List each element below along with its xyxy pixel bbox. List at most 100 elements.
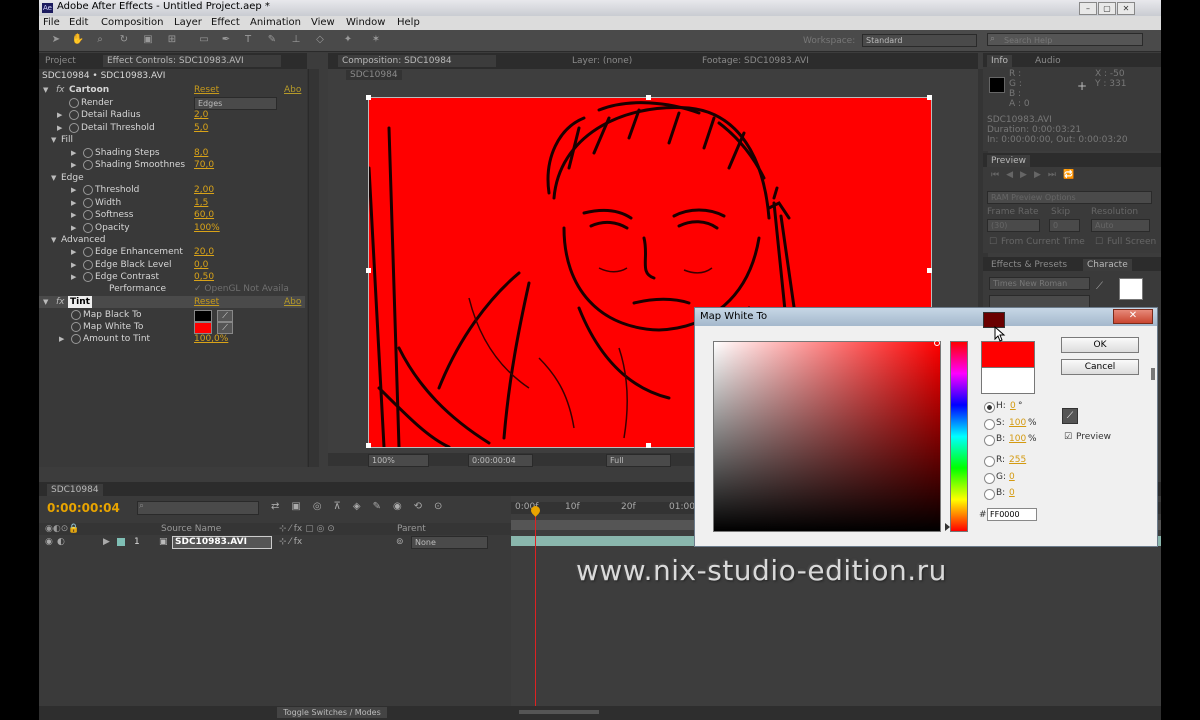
green-value[interactable]: 0 xyxy=(1009,472,1015,482)
expand-triangle-icon[interactable]: ▶ xyxy=(71,209,76,221)
menu-edit[interactable]: Edit xyxy=(69,17,88,28)
effect-property-row[interactable]: ▼ Fill xyxy=(39,134,305,146)
eraser-tool-icon[interactable]: ◇ xyxy=(313,34,327,46)
expand-triangle-icon[interactable]: ▶ xyxy=(71,197,76,209)
property-value[interactable]: 70,0 xyxy=(194,159,214,171)
resolution-dropdown[interactable]: Full xyxy=(606,454,671,467)
stopwatch-icon[interactable] xyxy=(71,310,81,320)
effect-property-row[interactable]: ▶ Detail Threshold 5,0 xyxy=(39,122,305,134)
property-value[interactable]: 2,00 xyxy=(194,184,214,196)
tab-character[interactable]: Characte xyxy=(1083,259,1132,271)
tab-effects-presets[interactable]: Effects & Presets xyxy=(987,259,1071,271)
dialog-resize-grip[interactable] xyxy=(1151,368,1155,380)
property-value[interactable]: 60,0 xyxy=(194,209,214,221)
saturation-value[interactable]: 100 xyxy=(1009,418,1026,428)
full-screen-checkbox[interactable]: ☐ xyxy=(1095,237,1103,247)
comp-timecode[interactable]: 0:00:00:04 xyxy=(468,454,533,467)
tab-info[interactable]: Info xyxy=(987,55,1013,67)
skip-dropdown[interactable]: 0 xyxy=(1049,219,1080,232)
saturation-brightness-field[interactable] xyxy=(713,341,941,532)
stopwatch-icon[interactable] xyxy=(83,147,93,158)
tab-composition[interactable]: Composition: SDC10984 xyxy=(338,55,496,67)
expand-triangle-icon[interactable]: ▶ xyxy=(103,537,110,547)
stopwatch-icon[interactable] xyxy=(83,210,93,221)
expand-triangle-icon[interactable]: ▶ xyxy=(71,259,76,271)
tab-audio[interactable]: Audio xyxy=(1031,55,1065,67)
stopwatch-icon[interactable] xyxy=(71,322,81,332)
property-value[interactable]: 1,5 xyxy=(194,197,208,209)
transform-handle[interactable] xyxy=(646,95,651,100)
blue-value[interactable]: 0 xyxy=(1009,488,1015,498)
transform-handle[interactable] xyxy=(366,268,371,273)
expand-triangle-icon[interactable]: ▶ xyxy=(71,222,76,234)
stopwatch-icon[interactable] xyxy=(83,197,93,208)
tint-about-link[interactable]: Abo xyxy=(284,296,301,308)
menu-effect[interactable]: Effect xyxy=(211,17,240,28)
effect-property-row[interactable]: ▶ Detail Radius 2,0 xyxy=(39,109,305,121)
dialog-close-button[interactable]: ✕ xyxy=(1113,309,1153,324)
original-color-swatch[interactable] xyxy=(981,367,1035,394)
eyedropper-icon[interactable]: ⟋ xyxy=(1062,408,1078,424)
effect-property-row[interactable]: ▶ Edge Contrast 0,50 xyxy=(39,271,305,283)
playback-controls-icon[interactable]: ⏮◀▶▶⏭🔁 xyxy=(991,170,1081,180)
hue-radio[interactable] xyxy=(984,402,995,413)
frame-rate-dropdown[interactable]: (30) xyxy=(987,219,1040,232)
rotate-tool-icon[interactable]: ↻ xyxy=(117,34,131,46)
red-value[interactable]: 255 xyxy=(1009,455,1026,465)
expand-triangle-icon[interactable]: ▼ xyxy=(51,234,56,246)
layer-row[interactable]: ◉ ◐ ▶ 1 ▣ SDC10983.AVI ⊹ ⁄ fx ⊚ None xyxy=(39,536,511,549)
comp-sub-tab[interactable]: SDC10984 xyxy=(346,70,402,80)
layer-switch-icons[interactable]: ⊹ ⁄ fx xyxy=(279,537,302,547)
zoom-tool-icon[interactable]: ⌕ xyxy=(93,34,107,46)
audio-icon[interactable]: ◐ xyxy=(57,537,65,547)
expand-triangle-icon[interactable]: ▶ xyxy=(71,159,76,171)
stopwatch-icon[interactable] xyxy=(83,222,93,233)
stopwatch-icon[interactable] xyxy=(69,122,79,133)
cartoon-about-link[interactable]: Abo xyxy=(284,84,301,96)
hex-input[interactable]: FF0000 xyxy=(987,508,1037,521)
tab-layer[interactable]: Layer: (none) xyxy=(568,55,636,67)
stopwatch-icon[interactable] xyxy=(83,247,93,258)
property-value[interactable]: 5,0 xyxy=(194,122,208,134)
hand-tool-icon[interactable]: ✋ xyxy=(71,34,85,46)
zoom-dropdown[interactable]: 100% xyxy=(368,454,429,467)
tint-effect-row[interactable]: ▼ fx Tint Reset Abo xyxy=(39,296,305,308)
transform-handle[interactable] xyxy=(366,95,371,100)
expand-triangle-icon[interactable]: ▶ xyxy=(71,246,76,258)
minimize-button[interactable]: – xyxy=(1079,2,1097,15)
effect-property-row[interactable]: ▶ Edge Enhancement 20,0 xyxy=(39,246,305,258)
stopwatch-icon[interactable] xyxy=(83,259,93,270)
brush-tool-icon[interactable]: ✎ xyxy=(265,34,279,46)
layer-source-name[interactable]: SDC10983.AVI xyxy=(172,536,272,549)
menu-layer[interactable]: Layer xyxy=(174,17,202,28)
effect-property-row[interactable]: ▶ Shading Steps 8,0 xyxy=(39,147,305,159)
transform-handle[interactable] xyxy=(927,95,932,100)
expand-triangle-icon[interactable]: ▼ xyxy=(51,134,56,146)
from-current-time-checkbox[interactable]: ☐ xyxy=(989,237,997,247)
blue-radio[interactable] xyxy=(984,489,995,500)
resolution-preview-dropdown[interactable]: Auto xyxy=(1091,219,1150,232)
selection-tool-icon[interactable]: ➤ xyxy=(49,34,63,46)
effect-property-row[interactable]: ▼ Advanced xyxy=(39,234,305,246)
effect-controls-scroll-track[interactable] xyxy=(308,69,319,467)
pickwhip-icon[interactable]: ⊚ xyxy=(396,537,404,547)
tab-preview[interactable]: Preview xyxy=(987,155,1031,167)
fill-color-swatch[interactable] xyxy=(1119,278,1143,300)
render-dropdown[interactable]: Edges xyxy=(194,97,277,110)
transform-handle[interactable] xyxy=(646,443,651,448)
expand-triangle-icon[interactable]: ▶ xyxy=(71,147,76,159)
expand-triangle-icon[interactable]: ▶ xyxy=(71,271,76,283)
expand-triangle-icon[interactable]: ▶ xyxy=(71,184,76,196)
effect-property-row[interactable]: ▶ Width 1,5 xyxy=(39,197,305,209)
stopwatch-icon[interactable] xyxy=(71,334,81,344)
saturation-radio[interactable] xyxy=(984,419,995,430)
timeline-current-time[interactable]: 0:00:00:04 xyxy=(47,501,120,515)
green-radio[interactable] xyxy=(984,473,995,484)
tab-timeline-comp[interactable]: SDC10984 xyxy=(47,484,103,496)
effect-property-row[interactable]: ▶ Shading Smoothnes 70,0 xyxy=(39,159,305,171)
property-value[interactable]: 8,0 xyxy=(194,147,208,159)
effect-property-row[interactable]: ▼ Edge xyxy=(39,172,305,184)
menu-animation[interactable]: Animation xyxy=(250,17,301,28)
maximize-button[interactable]: ▢ xyxy=(1098,2,1116,15)
rectangle-tool-icon[interactable]: ▭ xyxy=(197,34,211,46)
